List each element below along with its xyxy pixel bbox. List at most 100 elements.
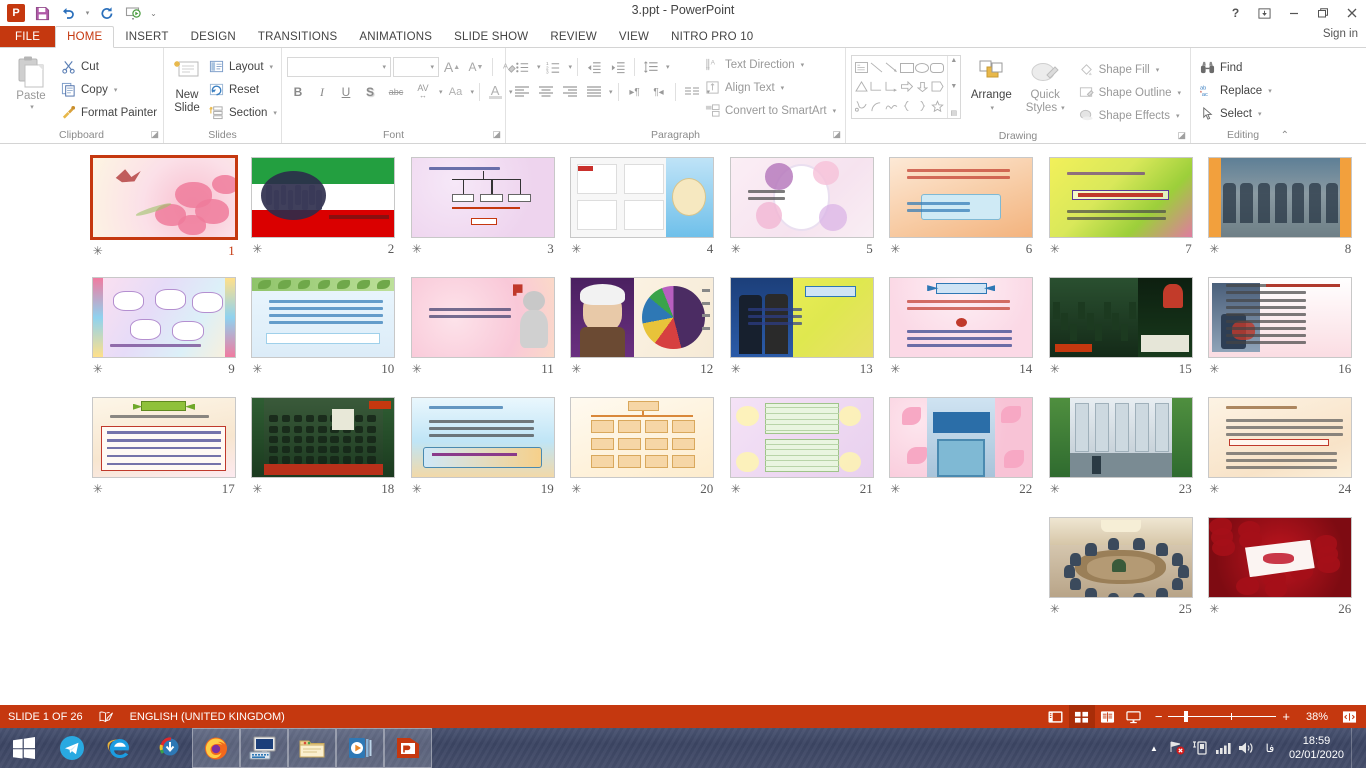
close-icon[interactable]	[1337, 1, 1366, 25]
slide-animation-star-icon[interactable]: ✳	[93, 244, 103, 258]
numbering-icon[interactable]: 123	[543, 56, 565, 78]
slide-thumbnail[interactable]	[889, 157, 1033, 238]
shape-effects-button[interactable]: Shape Effects ▾	[1075, 104, 1185, 127]
slide-sorter-pane[interactable]: ✳8✳7✳6✳5✳4✳3✳2✳1✳16✳15✳14✳13✳12✳11✳10✳9✳…	[0, 145, 1366, 705]
line-spacing-icon[interactable]	[640, 56, 662, 78]
slide-thumbnail-cell[interactable]: ✳9	[84, 273, 244, 393]
tab-animations[interactable]: ANIMATIONS	[348, 26, 443, 47]
slide-animation-star-icon[interactable]: ✳	[412, 242, 422, 256]
align-right-icon[interactable]	[559, 81, 581, 103]
shape-rounded-rect-icon[interactable]	[930, 58, 945, 77]
shape-right-arrow-icon[interactable]	[899, 77, 914, 96]
collapse-ribbon-icon[interactable]: ⌃	[1281, 130, 1289, 141]
zoom-out-button[interactable]: −	[1155, 709, 1163, 724]
columns-icon[interactable]	[681, 81, 703, 103]
slide-thumbnail[interactable]	[1208, 277, 1352, 358]
slide-thumbnail-cell[interactable]: ✳8	[1201, 153, 1361, 273]
fit-slide-to-window-icon[interactable]	[1336, 705, 1362, 728]
slide-animation-star-icon[interactable]: ✳	[890, 242, 900, 256]
slide-animation-star-icon[interactable]: ✳	[571, 242, 581, 256]
internet-explorer-icon[interactable]	[96, 728, 144, 768]
slide-thumbnail-cell[interactable]: ✳4	[563, 153, 723, 273]
network-problem-icon[interactable]	[1166, 728, 1188, 768]
shape-fill-button[interactable]: Shape Fill ▾	[1075, 58, 1185, 81]
slide-thumbnail-cell[interactable]: ✳15	[1041, 273, 1201, 393]
layout-dropdown-icon[interactable]: ▾	[270, 63, 274, 71]
cut-button[interactable]: Cut	[57, 55, 161, 78]
slide-thumbnail[interactable]	[1208, 397, 1352, 478]
language-indicator[interactable]: ENGLISH (UNITED KINGDOM)	[122, 705, 293, 728]
slide-thumbnail-cell[interactable]: ✳18	[244, 393, 404, 513]
slide-animation-star-icon[interactable]: ✳	[890, 482, 900, 496]
paste-button[interactable]: Paste ▾	[5, 53, 57, 124]
slideshow-view-button[interactable]	[1121, 705, 1147, 728]
slide-sorter-view-button[interactable]	[1069, 705, 1095, 728]
customize-qat-icon[interactable]: ⌄	[147, 2, 160, 24]
shape-effects-dropdown-icon[interactable]: ▾	[1176, 112, 1180, 120]
tab-slide-show[interactable]: SLIDE SHOW	[443, 26, 539, 47]
slide-thumbnail-cell[interactable]: ✳1	[84, 153, 244, 273]
paste-dropdown-icon[interactable]: ▾	[30, 103, 34, 111]
convert-to-smartart-button[interactable]: Convert to SmartArt ▾	[701, 99, 840, 122]
clipboard-dialog-launcher[interactable]: ◪	[150, 127, 159, 142]
format-painter-button[interactable]: Format Painter	[57, 101, 161, 124]
slide-animation-star-icon[interactable]: ✳	[1209, 362, 1219, 376]
bullets-icon[interactable]	[511, 56, 533, 78]
character-spacing-button[interactable]: AV↔	[411, 81, 435, 103]
slide-thumbnail[interactable]	[1049, 397, 1193, 478]
media-player-icon[interactable]	[336, 728, 384, 768]
slide-thumbnail[interactable]	[251, 277, 395, 358]
slide-thumbnail-cell[interactable]: ✳20	[563, 393, 723, 513]
slide-thumbnail[interactable]	[251, 157, 395, 238]
copy-dropdown-icon[interactable]: ▾	[114, 86, 118, 94]
slide-animation-star-icon[interactable]: ✳	[731, 242, 741, 256]
tab-home[interactable]: HOME	[55, 26, 114, 48]
shapes-gallery[interactable]: ▲ ▼ ▤	[851, 55, 961, 119]
align-center-icon[interactable]	[535, 81, 557, 103]
zoom-in-button[interactable]: +	[1282, 709, 1290, 724]
tab-design[interactable]: DESIGN	[180, 26, 247, 47]
text-direction-dropdown-icon[interactable]: ▾	[801, 61, 805, 69]
slide-thumbnail[interactable]	[730, 157, 874, 238]
slide-thumbnail-cell[interactable]: ✳26	[1201, 513, 1361, 633]
shape-elbow-connector-icon[interactable]	[869, 77, 884, 96]
slide-animation-star-icon[interactable]: ✳	[252, 362, 262, 376]
select-dropdown-icon[interactable]: ▾	[1258, 110, 1262, 118]
section-button[interactable]: Section ▾	[205, 101, 281, 124]
ribbon-display-options-icon[interactable]	[1250, 1, 1279, 25]
shape-arc-icon[interactable]	[869, 97, 884, 116]
underline-button[interactable]: U	[335, 81, 357, 103]
decrease-indent-icon[interactable]	[583, 56, 605, 78]
change-case-dropdown-icon[interactable]: ▾	[471, 88, 475, 96]
slide-thumbnail[interactable]	[92, 397, 236, 478]
restore-icon[interactable]	[1308, 1, 1337, 25]
find-button[interactable]: Find	[1196, 56, 1246, 79]
slide-animation-star-icon[interactable]: ✳	[93, 482, 103, 496]
quick-styles-dropdown-icon[interactable]: ▾	[1061, 102, 1065, 115]
spellcheck-icon[interactable]	[91, 705, 122, 728]
slide-thumbnail-cell[interactable]: ✳22	[882, 393, 1042, 513]
undo-dropdown-icon[interactable]: ▾	[82, 2, 93, 24]
slide-animation-star-icon[interactable]: ✳	[412, 482, 422, 496]
shape-triangle-icon[interactable]	[854, 77, 869, 96]
justify-dropdown-icon[interactable]: ▾	[609, 88, 613, 96]
left-to-right-icon[interactable]: ▸¶	[624, 81, 646, 103]
slide-thumbnail[interactable]	[570, 277, 714, 358]
smartart-dropdown-icon[interactable]: ▾	[833, 107, 837, 115]
powerpoint-icon[interactable]	[384, 728, 432, 768]
justify-icon[interactable]	[583, 81, 605, 103]
signal-icon[interactable]	[1212, 728, 1234, 768]
align-left-icon[interactable]	[511, 81, 533, 103]
sign-in-link[interactable]: Sign in	[1323, 28, 1358, 40]
file-explorer-icon[interactable]	[288, 728, 336, 768]
slide-animation-star-icon[interactable]: ✳	[731, 482, 741, 496]
slide-thumbnail[interactable]	[1049, 277, 1193, 358]
zoom-percentage[interactable]: 38%	[1296, 711, 1328, 723]
tab-file[interactable]: FILE	[0, 26, 55, 47]
internet-download-manager-icon[interactable]	[144, 728, 192, 768]
italic-button[interactable]: I	[311, 81, 333, 103]
save-icon[interactable]	[30, 2, 54, 24]
shape-right-brace-icon[interactable]	[915, 97, 930, 116]
section-dropdown-icon[interactable]: ▾	[273, 109, 277, 117]
shape-line-icon[interactable]	[869, 58, 884, 77]
